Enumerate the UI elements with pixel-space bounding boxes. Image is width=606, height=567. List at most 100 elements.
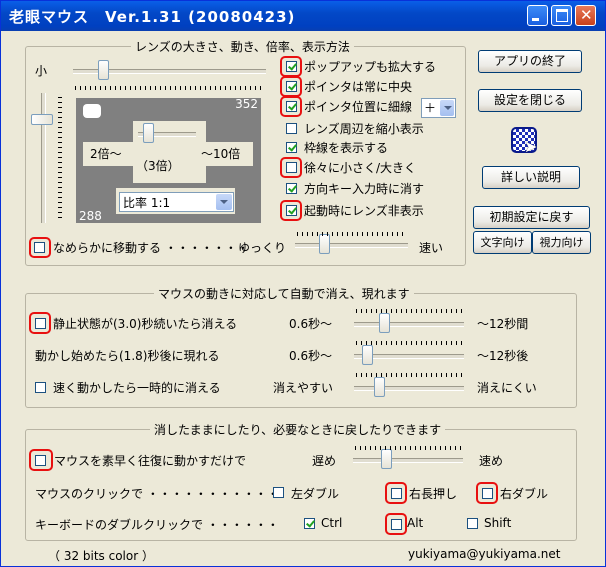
auto-row-checkbox[interactable] — [35, 318, 46, 329]
shake-speed-ticks — [355, 446, 461, 450]
chevron-down-icon[interactable] — [440, 100, 454, 116]
zoom-thumb[interactable] — [143, 123, 154, 143]
smooth-speed-ticks — [297, 232, 406, 236]
auto-row-ticks — [356, 309, 462, 313]
zoom-min-label: 2倍〜 — [90, 147, 122, 161]
close-button[interactable]: ✕ — [575, 5, 596, 26]
close-icon: ✕ — [580, 6, 593, 24]
shift-checkbox[interactable] — [467, 518, 478, 529]
left-double-label: 左ダブル — [291, 487, 340, 501]
lens-option-label: 方向キー入力時に消す — [304, 182, 425, 196]
auto-row-min-label: 0.6秒〜 — [289, 349, 333, 363]
lens-option-checkbox[interactable] — [286, 205, 297, 216]
shake-fast-label: 速め — [479, 454, 504, 468]
right-double-checkbox[interactable] — [482, 488, 493, 499]
main-window: 老眼マウス Ver.1.31 (20080423) ✕ レンズの大きさ、動き、倍… — [0, 0, 606, 567]
lens-option-checkbox[interactable] — [286, 142, 297, 153]
smooth-label: なめらかに移動する ・・・・・・・ — [53, 241, 249, 255]
close-settings-button[interactable]: 設定を閉じる — [478, 89, 582, 112]
smooth-speed-slider[interactable] — [295, 243, 408, 248]
lens-option-checkbox[interactable] — [286, 81, 297, 92]
shake-checkbox[interactable] — [35, 455, 46, 466]
smooth-slow-label: ゆっくり — [238, 241, 287, 255]
ctrl-checkbox[interactable] — [304, 518, 315, 529]
lens-option-checkbox[interactable] — [286, 101, 297, 112]
shake-speed-slider[interactable] — [353, 458, 463, 463]
lens-option-checkbox[interactable] — [286, 162, 297, 173]
auto-row-thumb[interactable] — [362, 345, 373, 365]
pointer-line-select[interactable]: ＋ — [421, 98, 456, 118]
auto-row-min-label: 消えやすい — [273, 381, 334, 395]
small-label: 小 — [35, 64, 48, 78]
lens-group-title: レンズの大きさ、動き、倍率、表示方法 — [131, 38, 354, 55]
window-title: 老眼マウス Ver.1.31 (20080423) — [9, 8, 296, 26]
auto-row-ticks — [356, 373, 462, 377]
auto-row-max-label: 〜12秒間 — [477, 317, 529, 331]
right-hold-checkbox[interactable] — [391, 488, 402, 499]
shake-speed-thumb[interactable] — [381, 449, 392, 469]
shake-slow-label: 遅め — [312, 454, 337, 468]
auto-row-min-label: 0.6秒〜 — [289, 317, 333, 331]
lens-option-label: ポップアップも拡大する — [304, 60, 437, 74]
lens-height-slider[interactable] — [41, 93, 46, 223]
auto-row-checkbox[interactable] — [35, 382, 46, 393]
minimize-icon — [532, 18, 539, 21]
lens-min-size: 288 — [79, 209, 102, 223]
color-depth-text: （ 32 bits color ） — [48, 549, 154, 563]
lens-option-label: レンズ周辺を縮小表示 — [304, 122, 424, 136]
lens-option-label: ポインタは常に中央 — [304, 80, 413, 94]
right-hold-label: 右長押し — [409, 487, 458, 501]
lens-option-checkbox[interactable] — [286, 123, 297, 134]
shift-label: Shift — [484, 516, 512, 530]
click-label: マウスのクリックで ・・・・・・・・・・・ — [35, 487, 279, 501]
zoom-current-label: （3倍） — [136, 159, 180, 173]
alt-checkbox[interactable] — [391, 519, 402, 530]
zoom-max-label: 〜10倍 — [201, 147, 241, 161]
vision-preset-button[interactable]: 視力向け — [532, 231, 591, 254]
smooth-speed-thumb[interactable] — [319, 234, 330, 254]
minimize-button[interactable] — [527, 5, 548, 26]
ctrl-label: Ctrl — [321, 516, 343, 530]
lens-option-checkbox[interactable] — [286, 61, 297, 72]
keyboard-label: キーボードのダブルクリックで ・・・・・・ — [35, 518, 279, 532]
lens-height-thumb[interactable] — [31, 114, 53, 125]
lens-option-label: ポインタ位置に細線 — [304, 100, 413, 114]
lens-height-ticks — [58, 97, 62, 221]
auto-hide-title: マウスの動きに対応して自動で消え、現れます — [154, 285, 414, 302]
lens-option-label: 徐々に小さく/大きく — [304, 161, 417, 175]
maximize-icon — [556, 9, 568, 22]
maximize-button[interactable] — [551, 5, 572, 26]
left-double-checkbox[interactable] — [273, 487, 284, 498]
ratio-value: 比率 1:1 — [123, 196, 171, 210]
pointer-line-value: ＋ — [424, 101, 437, 115]
smooth-fast-label: 速い — [419, 241, 444, 255]
auto-row-label: 速く動かしたら一時的に消える — [53, 381, 221, 395]
quit-app-button[interactable]: アプリの終了 — [478, 50, 582, 73]
auto-row-slider[interactable] — [354, 386, 464, 391]
text-preset-button[interactable]: 文字向け — [473, 231, 532, 254]
author-email: yukiyama@yukiyama.net — [408, 547, 561, 561]
smooth-checkbox[interactable] — [34, 242, 45, 253]
lens-max-size: 352 — [235, 97, 258, 111]
auto-row-slider[interactable] — [354, 322, 464, 327]
auto-row-max-label: 〜12秒後 — [477, 349, 529, 363]
lens-size-ticks — [75, 86, 264, 90]
details-button[interactable]: 詳しい説明 — [482, 166, 580, 189]
reset-defaults-button[interactable]: 初期設定に戻す — [473, 206, 590, 229]
lens-option-label: 起動時にレンズ非表示 — [304, 204, 424, 218]
lens-option-label: 枠線を表示する — [304, 141, 389, 155]
auto-row-thumb[interactable] — [379, 313, 390, 333]
app-logo-icon: ➤ — [509, 125, 539, 156]
manual-group-title: 消したままにしたり、必要なときに戻したりできます — [150, 421, 446, 438]
ratio-select[interactable]: 比率 1:1 — [119, 192, 234, 212]
chevron-down-icon[interactable] — [216, 194, 232, 210]
lens-preview-handle[interactable] — [83, 104, 101, 118]
auto-row-max-label: 消えにくい — [477, 381, 537, 395]
auto-row-label: 動かし始めたら(1.8)秒後に現れる — [35, 349, 220, 363]
title-bar[interactable]: 老眼マウス Ver.1.31 (20080423) ✕ — [1, 1, 605, 31]
alt-label: Alt — [407, 516, 424, 530]
right-double-label: 右ダブル — [500, 487, 549, 501]
lens-option-checkbox[interactable] — [286, 183, 297, 194]
auto-row-thumb[interactable] — [374, 377, 385, 397]
lens-size-thumb[interactable] — [98, 60, 109, 80]
